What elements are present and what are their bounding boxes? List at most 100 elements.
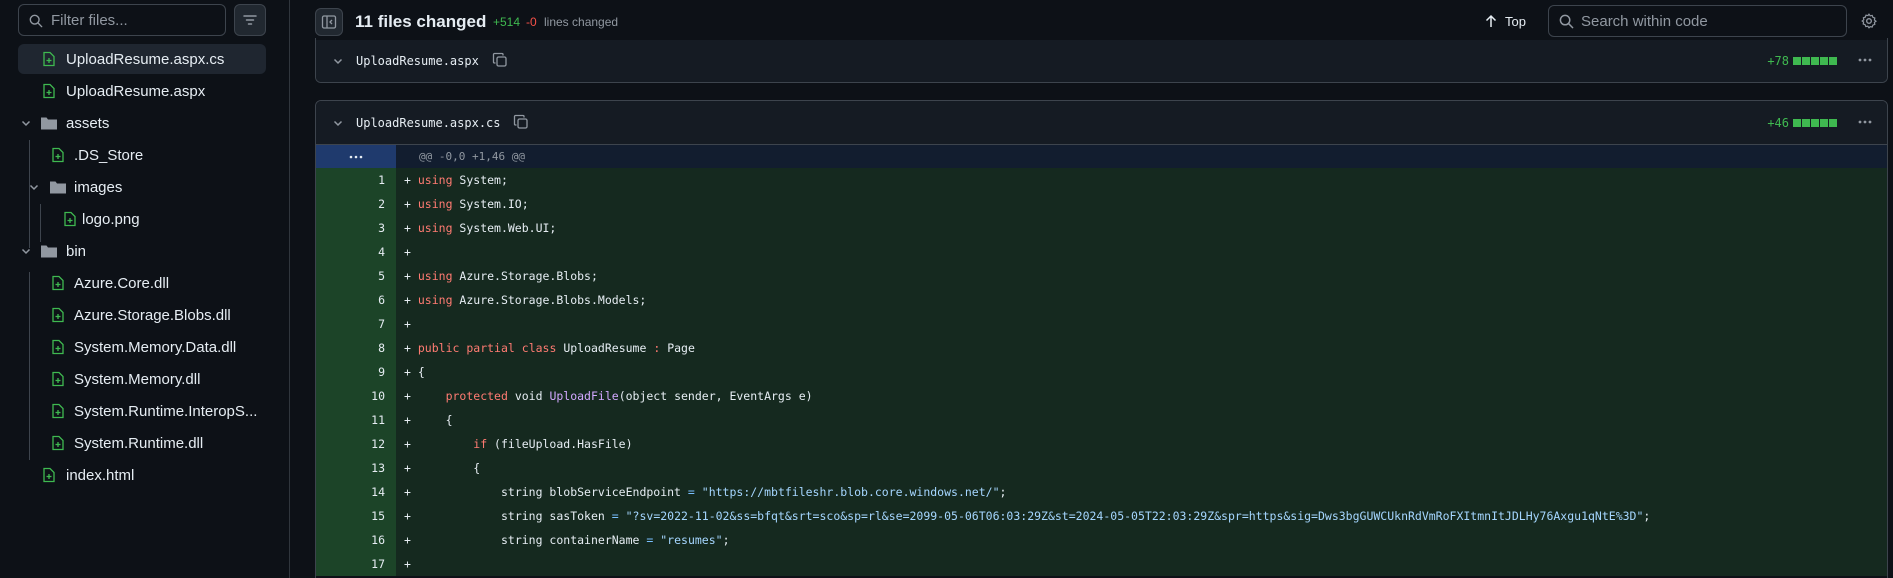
scroll-top-button[interactable]: Top — [1485, 11, 1526, 31]
code-token: UploadFile — [549, 389, 619, 403]
tree-item-system-runtime-interop[interactable]: System.Runtime.InteropS... — [18, 396, 266, 426]
code-token: ; — [722, 533, 730, 547]
settings-button[interactable] — [1859, 11, 1879, 31]
diff-row: 3 + using System.Web.UI; — [316, 216, 1887, 240]
diff-marker: + — [404, 389, 411, 403]
tree-item-azure-core-dll[interactable]: Azure.Core.dll — [18, 268, 266, 298]
marker-gap — [411, 365, 418, 379]
copy-icon[interactable] — [513, 114, 529, 130]
chevron-down-icon — [21, 120, 31, 127]
files-changed-count: 11 files changed — [355, 12, 487, 31]
line-number[interactable]: 3 — [316, 216, 396, 240]
line-number[interactable]: 14 — [316, 480, 396, 504]
tree-item-logo-png[interactable]: logo.png — [18, 204, 266, 234]
code-line: + — [404, 312, 418, 336]
diff-row: 2 + using System.IO; — [316, 192, 1887, 216]
line-number[interactable]: 4 — [316, 240, 396, 264]
tree-item-system-memory-data-dll[interactable]: System.Memory.Data.dll — [18, 332, 266, 362]
code-token: (object sender, EventArgs e) — [618, 389, 813, 403]
line-number[interactable]: 5 — [316, 264, 396, 288]
search-code-input[interactable] — [1581, 7, 1836, 35]
code-line: + using System.IO; — [404, 192, 529, 216]
marker-gap — [411, 293, 418, 307]
line-number[interactable]: 6 — [316, 288, 396, 312]
arrow-up-icon — [1485, 14, 1497, 27]
line-number[interactable]: 12 — [316, 432, 396, 456]
lines-changed-label: lines changed — [544, 15, 619, 29]
code-token: void — [507, 389, 550, 403]
code-token: Azure.Storage.Blobs.Models; — [452, 293, 647, 307]
diff-marker: + — [404, 365, 411, 379]
filter-files-input[interactable] — [51, 6, 221, 34]
marker-gap — [411, 197, 418, 211]
kebab-horizontal-icon[interactable] — [1857, 114, 1873, 130]
tree-item-ds-store[interactable]: .DS_Store — [18, 140, 266, 170]
tree-item-system-runtime-dll[interactable]: System.Runtime.dll — [18, 428, 266, 458]
line-number[interactable]: 16 — [316, 528, 396, 552]
code-token: "?sv=2022-11-02&ss=bfqt&srt=sco&sp=rl&se… — [625, 509, 1644, 523]
toggle-sidebar-button[interactable] — [315, 8, 343, 36]
line-number[interactable]: 7 — [316, 312, 396, 336]
code-line: + public partial class UploadResume : Pa… — [404, 336, 695, 360]
diff-marker: + — [404, 173, 411, 187]
code-line: + { — [404, 408, 453, 432]
chevron-down-icon[interactable] — [332, 117, 344, 129]
tree-item-uploadresume-aspx[interactable]: UploadResume.aspx — [18, 76, 266, 106]
file-added-icon — [52, 403, 64, 419]
diffstat-bar — [1793, 57, 1837, 65]
tree-item-index-html[interactable]: index.html — [18, 460, 266, 490]
diff-lines: 1 + using System; 2 + using System.IO; 3 + us… — [316, 168, 1887, 576]
line-number[interactable]: 17 — [316, 552, 396, 576]
file-diff-uploadresume-aspx: UploadResume.aspx +78 — [315, 38, 1888, 83]
expand-hunk-button[interactable] — [316, 145, 396, 168]
kebab-horizontal-icon[interactable] — [1857, 52, 1873, 68]
marker-gap — [411, 461, 418, 475]
search-icon — [1559, 14, 1574, 29]
line-number[interactable]: 15 — [316, 504, 396, 528]
file-header: UploadResume.aspx.cs +46 — [316, 101, 1887, 145]
tree-item-azure-storage-blobs-dll[interactable]: Azure.Storage.Blobs.dll — [18, 300, 266, 330]
diff-row: 13 + { — [316, 456, 1887, 480]
line-number[interactable]: 8 — [316, 336, 396, 360]
tree-item-label: System.Memory.dll — [74, 371, 201, 388]
file-tree-sidebar: UploadResume.aspx.cs UploadResume.aspx a… — [0, 0, 290, 578]
diff-marker: + — [404, 533, 411, 547]
tree-folder-bin[interactable]: bin — [18, 236, 266, 266]
file-name[interactable]: UploadResume.aspx — [356, 54, 479, 68]
filter-files-box[interactable] — [18, 4, 226, 36]
line-number[interactable]: 1 — [316, 168, 396, 192]
file-name[interactable]: UploadResume.aspx.cs — [356, 116, 501, 130]
filter-options-button[interactable] — [234, 4, 266, 36]
tree-folder-images[interactable]: images — [18, 172, 266, 202]
diff-row: 8 + public partial class UploadResume : P… — [316, 336, 1887, 360]
line-number[interactable]: 9 — [316, 360, 396, 384]
tree-item-uploadresume-aspx-cs[interactable]: UploadResume.aspx.cs — [18, 44, 266, 74]
hunk-header: @@ -0,0 +1,46 @@ — [419, 150, 525, 163]
line-number[interactable]: 2 — [316, 192, 396, 216]
search-icon — [29, 14, 43, 28]
code-token: System; — [452, 173, 508, 187]
chevron-down-icon[interactable] — [332, 55, 344, 67]
file-diff-uploadresume-aspx-cs: UploadResume.aspx.cs +46 @@ -0,0 +1,46 @… — [315, 100, 1888, 578]
diff-marker: + — [404, 557, 411, 571]
search-code-box[interactable] — [1548, 5, 1847, 37]
file-added-icon — [64, 211, 76, 227]
folder-icon — [41, 117, 57, 130]
diff-row: 17 + — [316, 552, 1887, 576]
line-number[interactable]: 13 — [316, 456, 396, 480]
copy-icon[interactable] — [492, 52, 508, 68]
line-number[interactable]: 10 — [316, 384, 396, 408]
tree-folder-assets[interactable]: assets — [18, 108, 266, 138]
file-added-icon — [52, 435, 64, 451]
tree-item-system-memory-dll[interactable]: System.Memory.dll — [18, 364, 266, 394]
code-line: + using System.Web.UI; — [404, 216, 556, 240]
line-number[interactable]: 11 — [316, 408, 396, 432]
code-line: + if (fileUpload.HasFile) — [404, 432, 633, 456]
code-token: { — [417, 365, 425, 379]
code-token: using — [417, 269, 453, 283]
diff-row: 5 + using Azure.Storage.Blobs; — [316, 264, 1887, 288]
